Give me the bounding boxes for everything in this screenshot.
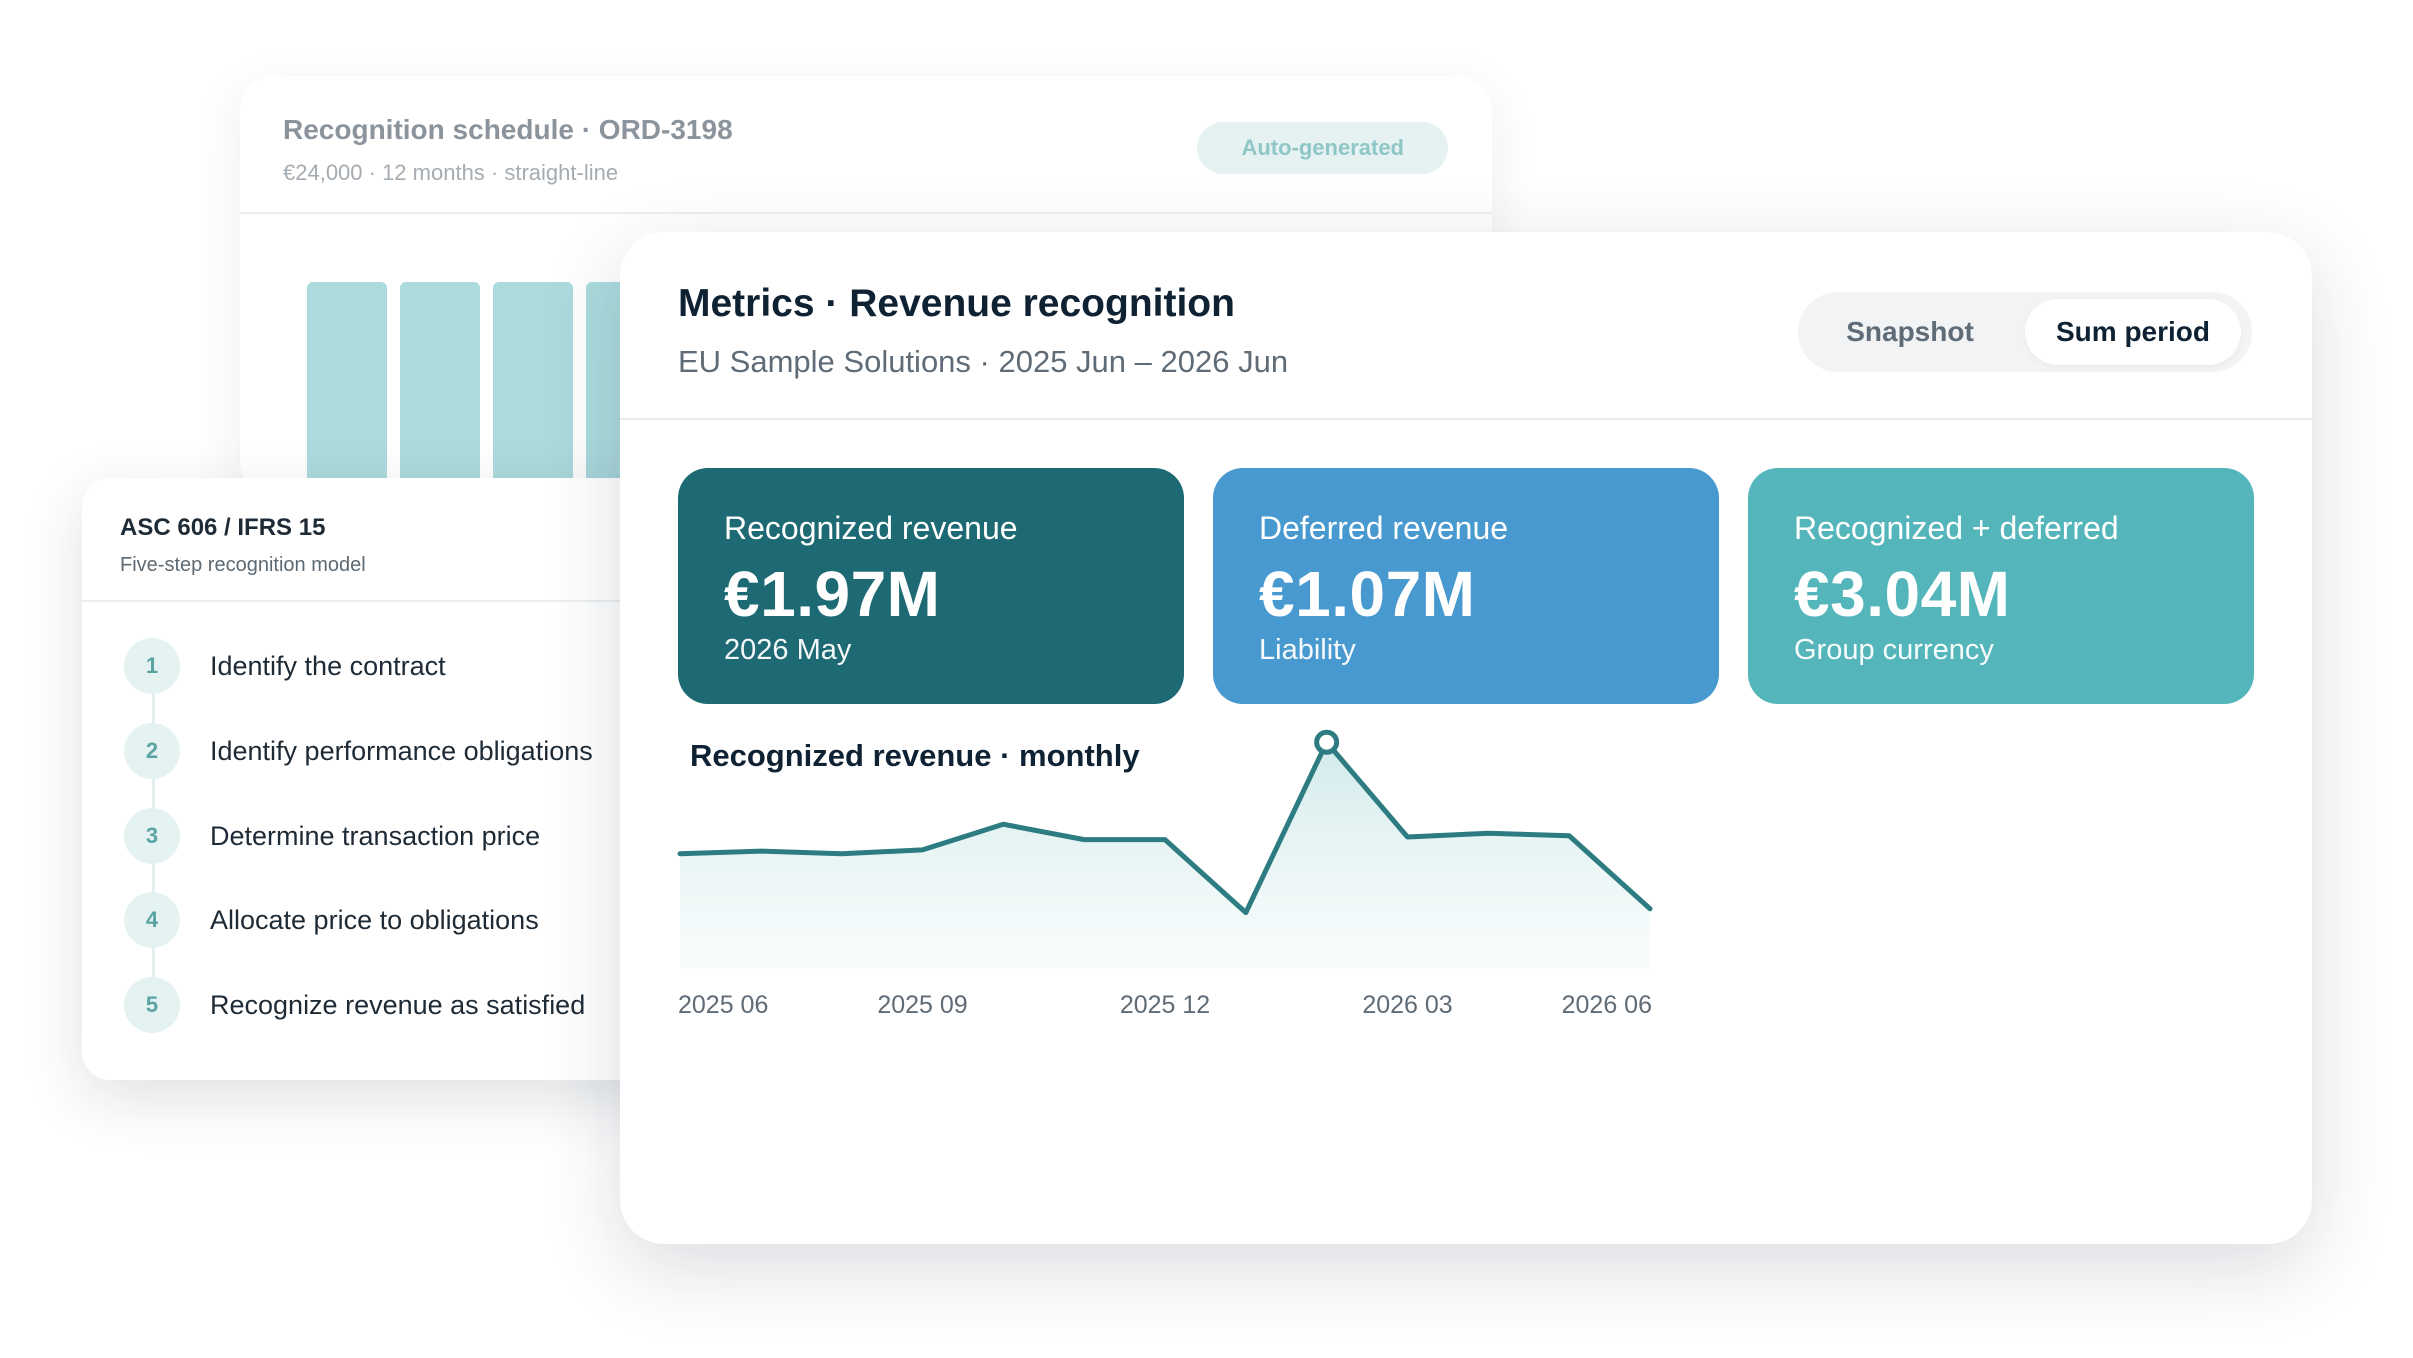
data-point[interactable] xyxy=(919,846,927,854)
step-item: 4 Allocate price to obligations xyxy=(124,892,539,948)
step-item: 3 Determine transaction price xyxy=(124,808,540,864)
data-point[interactable] xyxy=(1161,836,1169,844)
asc606-card: ASC 606 / IFRS 15 Five-step recognition … xyxy=(82,478,702,1080)
schedule-bar xyxy=(400,282,480,496)
x-tick-label: 2025 09 xyxy=(877,991,967,1019)
asc606-header: ASC 606 / IFRS 15 Five-step recognition … xyxy=(82,478,702,602)
schedule-header: Recognition schedule · ORD-3198 €24,000 … xyxy=(240,76,1492,214)
data-point[interactable] xyxy=(1404,833,1412,841)
schedule-bar xyxy=(307,282,387,496)
x-tick-label: 2025 12 xyxy=(1120,991,1210,1019)
data-point[interactable] xyxy=(1646,905,1654,913)
step-label: Allocate price to obligations xyxy=(210,904,539,935)
data-point[interactable] xyxy=(1242,909,1250,917)
step-number: 5 xyxy=(124,977,180,1033)
data-point[interactable] xyxy=(1565,832,1573,840)
data-point[interactable] xyxy=(676,850,684,858)
step-number: 1 xyxy=(124,638,180,694)
x-tick-label: 2026 06 xyxy=(1562,991,1652,1019)
step-item: 2 Identify performance obligations xyxy=(124,723,593,779)
x-tick-label: 2026 03 xyxy=(1362,991,1452,1019)
schedule-title: Recognition schedule · ORD-3198 xyxy=(283,114,733,145)
step-label: Determine transaction price xyxy=(210,820,541,851)
revenue-area-chart: 2025 06 2025 09 2025 12 2026 03 2026 06 xyxy=(676,729,1654,1019)
step-number: 4 xyxy=(124,892,180,948)
highlighted-data-point[interactable] xyxy=(1314,729,1340,755)
asc606-subtitle: Five-step recognition model xyxy=(120,554,366,576)
stage: Recognition schedule · ORD-3198 €24,000 … xyxy=(0,0,2413,1358)
data-point[interactable] xyxy=(757,847,765,855)
asc606-title: ASC 606 / IFRS 15 xyxy=(120,514,326,541)
step-label: Identify the contract xyxy=(210,650,446,681)
step-number: 2 xyxy=(124,723,180,779)
data-point[interactable] xyxy=(999,820,1007,828)
step-label: Recognize revenue as satisfied xyxy=(210,989,586,1020)
x-tick-label: 2025 06 xyxy=(678,991,768,1019)
step-item: 5 Recognize revenue as satisfied xyxy=(124,977,585,1033)
data-point[interactable] xyxy=(1484,829,1492,837)
data-point[interactable] xyxy=(838,850,846,858)
step-number: 3 xyxy=(124,808,180,864)
auto-generated-badge: Auto-generated xyxy=(1197,122,1448,174)
step-label: Identify performance obligations xyxy=(210,735,593,766)
data-point[interactable] xyxy=(1080,836,1088,844)
metrics-card: Metrics · Revenue recognition EU Sample … xyxy=(620,232,2312,1244)
schedule-bar xyxy=(493,282,573,496)
step-item: 1 Identify the contract xyxy=(124,638,446,694)
schedule-subtitle: €24,000 · 12 months · straight-line xyxy=(283,160,619,185)
